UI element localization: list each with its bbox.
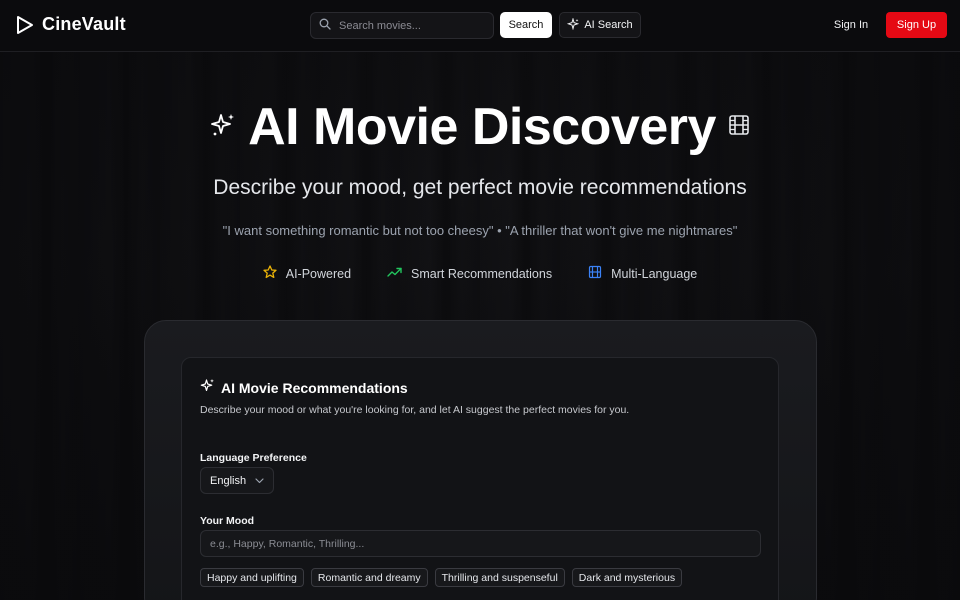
card-description: Describe your mood or what you're lookin… — [200, 404, 630, 416]
ai-search-button[interactable]: AI Search — [559, 12, 641, 38]
film-icon — [728, 114, 750, 141]
search-field[interactable] — [310, 12, 494, 39]
sign-in-link[interactable]: Sign In — [826, 12, 876, 38]
top-navbar: CineVault Search AI Search Sign In Sign … — [0, 0, 960, 52]
sparkles-icon — [210, 112, 236, 143]
mood-suggestions: Happy and uplifting Romantic and dreamy … — [200, 568, 766, 587]
mood-chip[interactable]: Thrilling and suspenseful — [434, 568, 565, 587]
feature-label: AI-Powered — [285, 266, 352, 281]
language-label: Language Preference — [200, 452, 307, 464]
language-value: English — [210, 474, 247, 487]
mood-chip[interactable]: Romantic and dreamy — [310, 568, 428, 587]
card-header: AI Movie Recommendations — [200, 378, 408, 398]
mood-label: Your Mood — [200, 515, 255, 527]
page-title: AI Movie Discovery — [248, 98, 716, 156]
card-title: AI Movie Recommendations — [221, 380, 408, 396]
mood-chip[interactable]: Dark and mysterious — [571, 568, 683, 587]
feature-item: Smart Recommendations — [387, 265, 552, 282]
sparkles-icon — [567, 16, 580, 33]
feature-label: Smart Recommendations — [411, 266, 553, 281]
hero-subtitle: Describe your mood, get perfect movie re… — [213, 176, 747, 199]
language-select[interactable]: English — [200, 467, 274, 494]
star-icon — [263, 265, 277, 282]
trending-up-icon — [387, 266, 402, 281]
feature-label: Multi-Language — [611, 266, 698, 281]
play-icon — [16, 15, 34, 35]
search-icon — [319, 17, 331, 35]
feature-item: AI-Powered — [263, 265, 351, 282]
ai-search-label: AI Search — [584, 19, 633, 31]
feature-item: Multi-Language — [588, 265, 697, 282]
feature-list: AI-Powered Smart Recommendations Multi-L… — [0, 265, 960, 282]
search-button[interactable]: Search — [500, 12, 552, 38]
film-icon — [588, 265, 602, 282]
sign-up-button[interactable]: Sign Up — [886, 12, 947, 38]
brand-name: CineVault — [42, 14, 126, 34]
recommendation-form-card: AI Movie Recommendations Describe your m… — [181, 357, 779, 600]
chevron-down-icon — [255, 475, 264, 487]
sparkles-icon — [200, 378, 215, 398]
mood-input[interactable] — [200, 530, 761, 557]
mood-chip[interactable]: Happy and uplifting — [200, 568, 304, 587]
brand-logo[interactable]: CineVault — [16, 14, 126, 35]
search-input[interactable] — [339, 19, 479, 32]
hero-example-prompts: "I want something romantic but not too c… — [222, 223, 738, 238]
hero-title-row: AI Movie Discovery — [0, 96, 960, 158]
